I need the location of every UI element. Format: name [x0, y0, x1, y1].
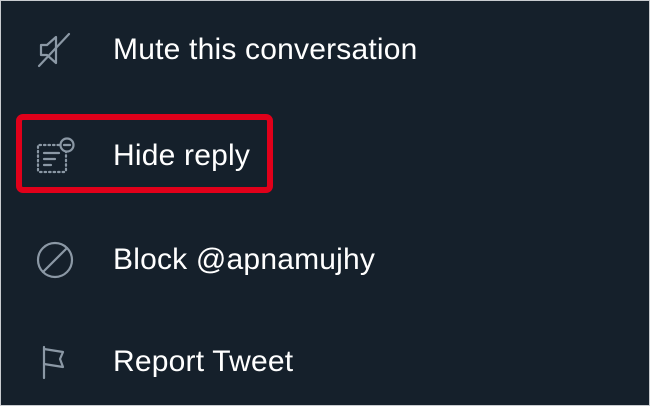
menu-item-hide-reply[interactable]: Hide reply	[1, 104, 649, 208]
tweet-options-menu: Mute this conversation Hide reply Block …	[1, 1, 649, 405]
mute-icon	[33, 28, 77, 72]
menu-item-label: Hide reply	[113, 139, 251, 172]
menu-item-mute-conversation[interactable]: Mute this conversation	[1, 1, 649, 102]
menu-item-label: Block @apnamujhy	[113, 243, 376, 276]
menu-item-report-tweet[interactable]: Report Tweet	[1, 310, 649, 405]
screenshot-frame: Mute this conversation Hide reply Block …	[0, 0, 650, 406]
hide-reply-icon	[33, 134, 77, 178]
menu-item-block-user[interactable]: Block @apnamujhy	[1, 208, 649, 312]
menu-item-label: Report Tweet	[113, 345, 294, 378]
block-icon	[33, 238, 77, 282]
menu-item-label: Mute this conversation	[113, 33, 418, 66]
flag-icon	[33, 340, 77, 384]
